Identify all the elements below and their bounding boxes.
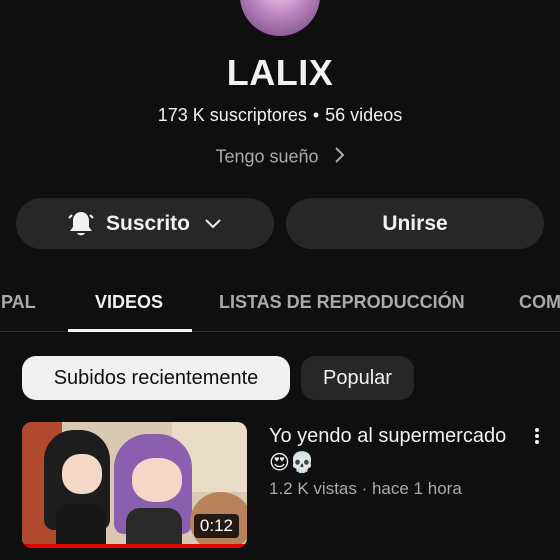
active-tab-indicator	[68, 329, 192, 332]
chevron-down-icon	[204, 218, 222, 230]
tab-home[interactable]: IPAL	[0, 292, 36, 313]
channel-name: LALIX	[226, 52, 334, 93]
tab-videos[interactable]: VIDEOS	[95, 292, 163, 313]
channel-tabs: IPAL VIDEOS LISTAS DE REPRODUCCIÓN COM	[0, 278, 560, 332]
video-count: 56 videos	[325, 105, 403, 125]
subscribed-label: Suscrito	[105, 211, 191, 235]
stats-separator: •	[312, 105, 320, 125]
channel-description-text: Tengo sueño	[215, 146, 319, 167]
watch-progress-bar	[22, 544, 247, 548]
filter-chip-popular[interactable]: Popular	[301, 356, 414, 400]
join-label: Unirse	[382, 211, 448, 235]
filter-chip-recent[interactable]: Subidos recientemente	[22, 356, 290, 400]
tab-playlists[interactable]: LISTAS DE REPRODUCCIÓN	[219, 292, 465, 313]
video-thumbnail[interactable]: 0:12	[22, 422, 247, 548]
subscribed-button[interactable]: Suscrito	[16, 198, 274, 249]
tab-community[interactable]: COM	[519, 292, 560, 313]
video-title[interactable]: Yo yendo al supermercado😍💀	[269, 423, 509, 477]
channel-description[interactable]: Tengo sueño	[0, 146, 560, 169]
bell-icon	[68, 210, 94, 238]
chevron-right-icon	[333, 146, 345, 169]
subscriber-count: 173 K suscriptores	[157, 105, 307, 125]
video-duration: 0:12	[193, 514, 239, 538]
join-button[interactable]: Unirse	[286, 198, 544, 249]
channel-avatar[interactable]	[240, 0, 320, 36]
video-meta: 1.2 K vistas · hace 1 hora	[269, 479, 462, 498]
channel-stats: 173 K suscriptores • 56 videos	[0, 105, 560, 126]
more-vertical-icon[interactable]	[527, 424, 547, 448]
